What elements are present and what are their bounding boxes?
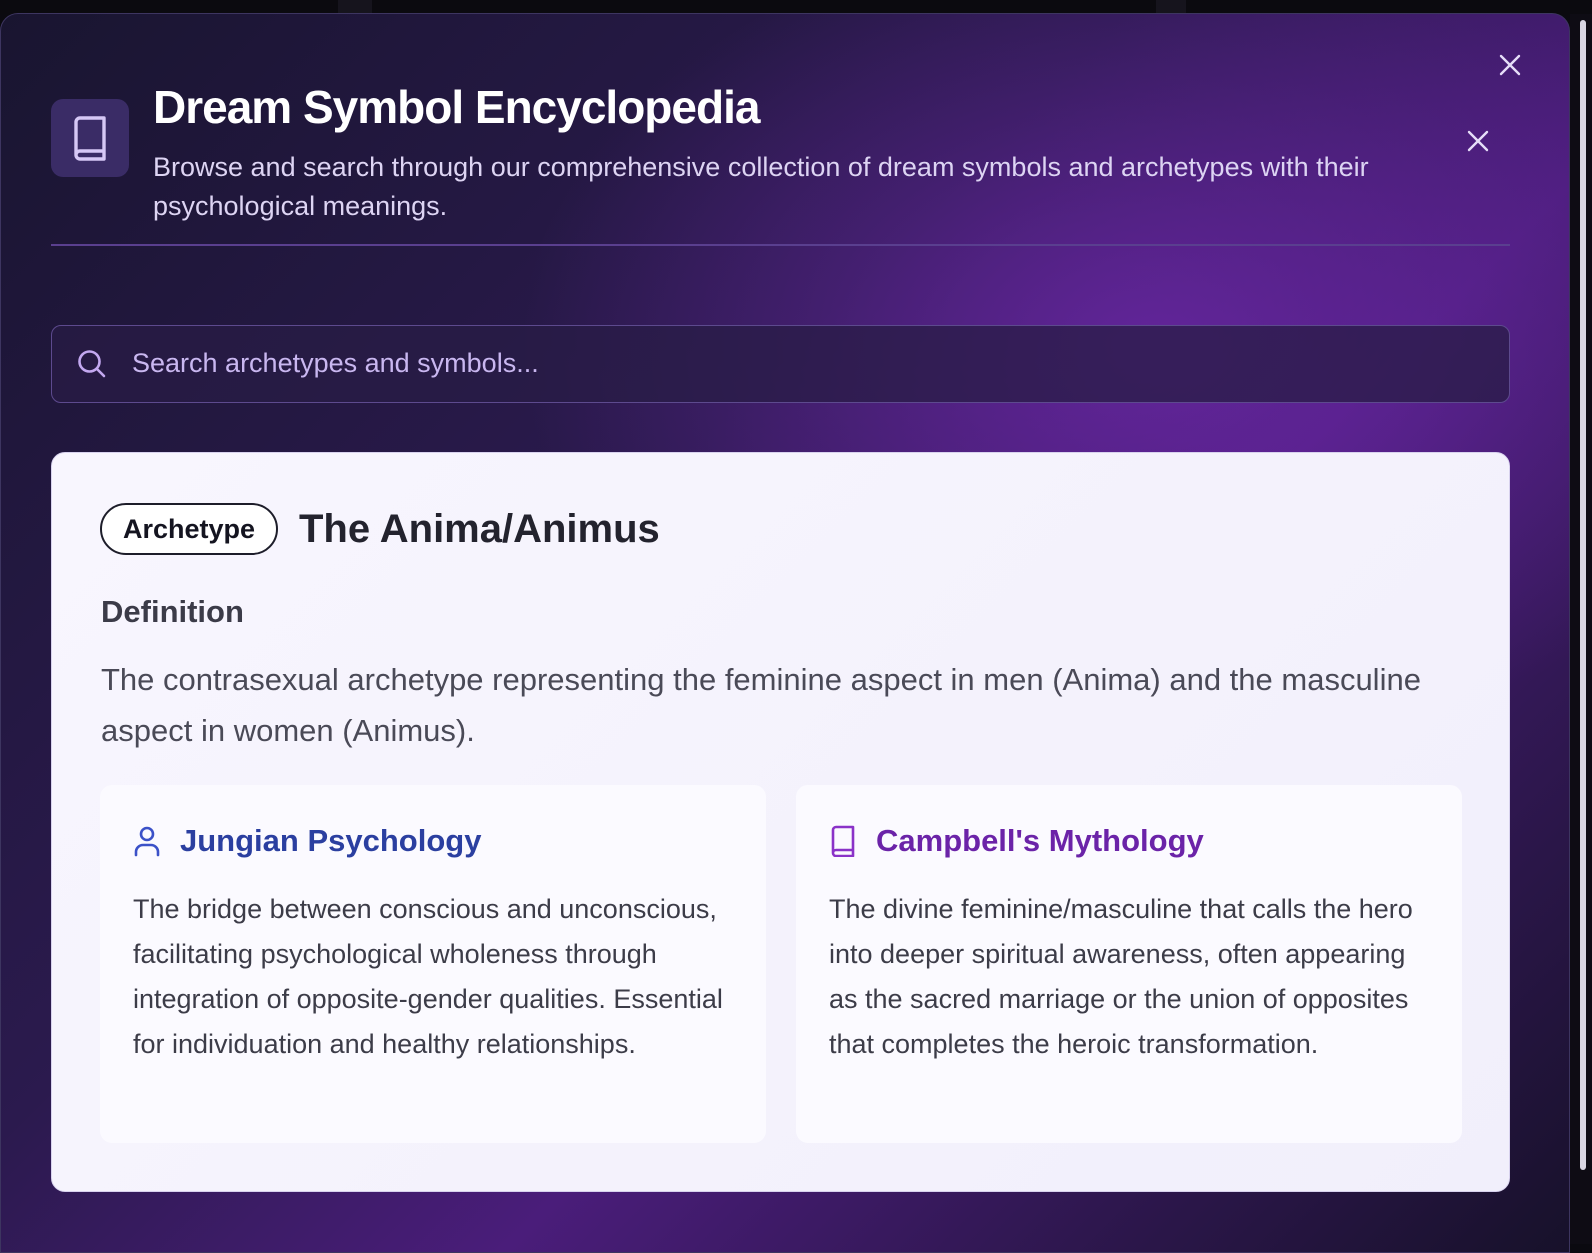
book-icon bbox=[831, 825, 855, 857]
definition-text: The contrasexual archetype representing … bbox=[101, 662, 1421, 748]
entry-card: Archetype The Anima/Animus Definition Th… bbox=[51, 452, 1510, 1192]
panel-title: Jungian Psychology bbox=[180, 823, 482, 858]
scrollbar-thumb[interactable] bbox=[1580, 20, 1586, 1170]
backdrop-segment bbox=[338, 0, 372, 14]
search-icon bbox=[78, 350, 106, 378]
campbell-mythology-panel: Campbell's Mythology The divine feminine… bbox=[796, 785, 1462, 1143]
panel-title: Campbell's Mythology bbox=[876, 823, 1204, 858]
close-icon bbox=[1467, 130, 1489, 152]
header-divider bbox=[51, 244, 1510, 246]
book-icon bbox=[74, 116, 106, 161]
dialog-close-button[interactable] bbox=[1493, 48, 1527, 82]
close-button[interactable] bbox=[1459, 122, 1497, 160]
panel-text: The divine feminine/masculine that calls… bbox=[829, 894, 1413, 1059]
modal-title: Dream Symbol Encyclopedia bbox=[153, 81, 760, 133]
category-badge: Archetype bbox=[100, 503, 279, 555]
definition-heading: Definition bbox=[101, 594, 244, 629]
close-icon bbox=[1499, 54, 1521, 76]
entry-title: The Anima/Animus bbox=[299, 507, 660, 551]
backdrop-segment bbox=[1156, 0, 1186, 14]
panel-text: The bridge between conscious and unconsc… bbox=[133, 894, 723, 1059]
user-icon bbox=[134, 826, 160, 857]
encyclopedia-modal: Dream Symbol Encyclopedia Browse and sea… bbox=[0, 13, 1570, 1253]
header-book-badge bbox=[51, 99, 129, 177]
modal-subtitle: Browse and search through our comprehens… bbox=[153, 152, 1369, 221]
backdrop bbox=[0, 0, 1592, 14]
search-bar[interactable] bbox=[51, 325, 1510, 403]
search-input[interactable] bbox=[132, 326, 1492, 401]
jungian-psychology-panel: Jungian Psychology The bridge between co… bbox=[100, 785, 766, 1143]
